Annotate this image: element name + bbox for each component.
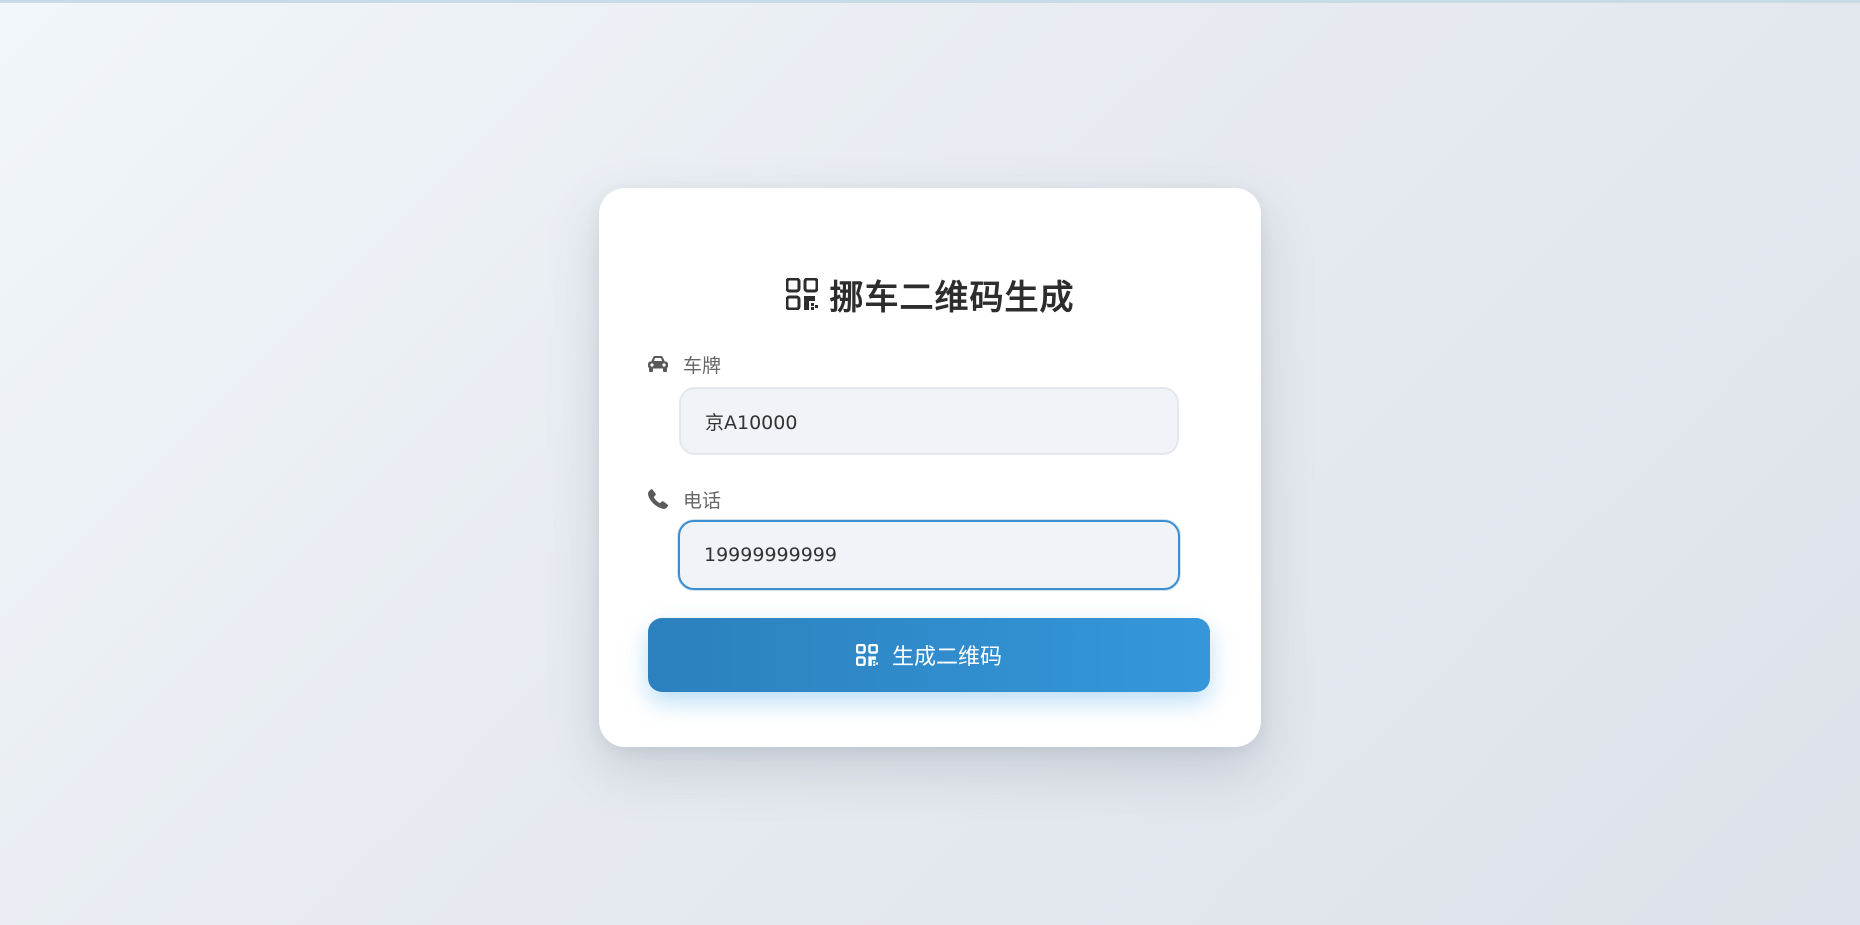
plate-label-text: 车牌	[683, 354, 722, 377]
plate-label: 车牌	[647, 351, 721, 377]
phone-label-text: 电话	[683, 489, 722, 512]
car-icon	[647, 355, 669, 373]
page-title: 挪车二维码生成	[599, 272, 1261, 318]
phone-label: 电话	[647, 486, 721, 512]
generate-qr-button[interactable]: 生成二维码	[648, 618, 1210, 692]
generate-qr-button-label: 生成二维码	[891, 645, 1002, 670]
plate-input[interactable]	[679, 387, 1179, 455]
title-text: 挪车二维码生成	[829, 277, 1075, 318]
qr-generator-card: 挪车二维码生成 车牌 电话	[599, 188, 1261, 747]
qrcode-icon	[855, 644, 878, 666]
phone-input[interactable]	[678, 520, 1180, 590]
qrcode-icon	[785, 278, 818, 310]
phone-icon	[647, 488, 669, 510]
